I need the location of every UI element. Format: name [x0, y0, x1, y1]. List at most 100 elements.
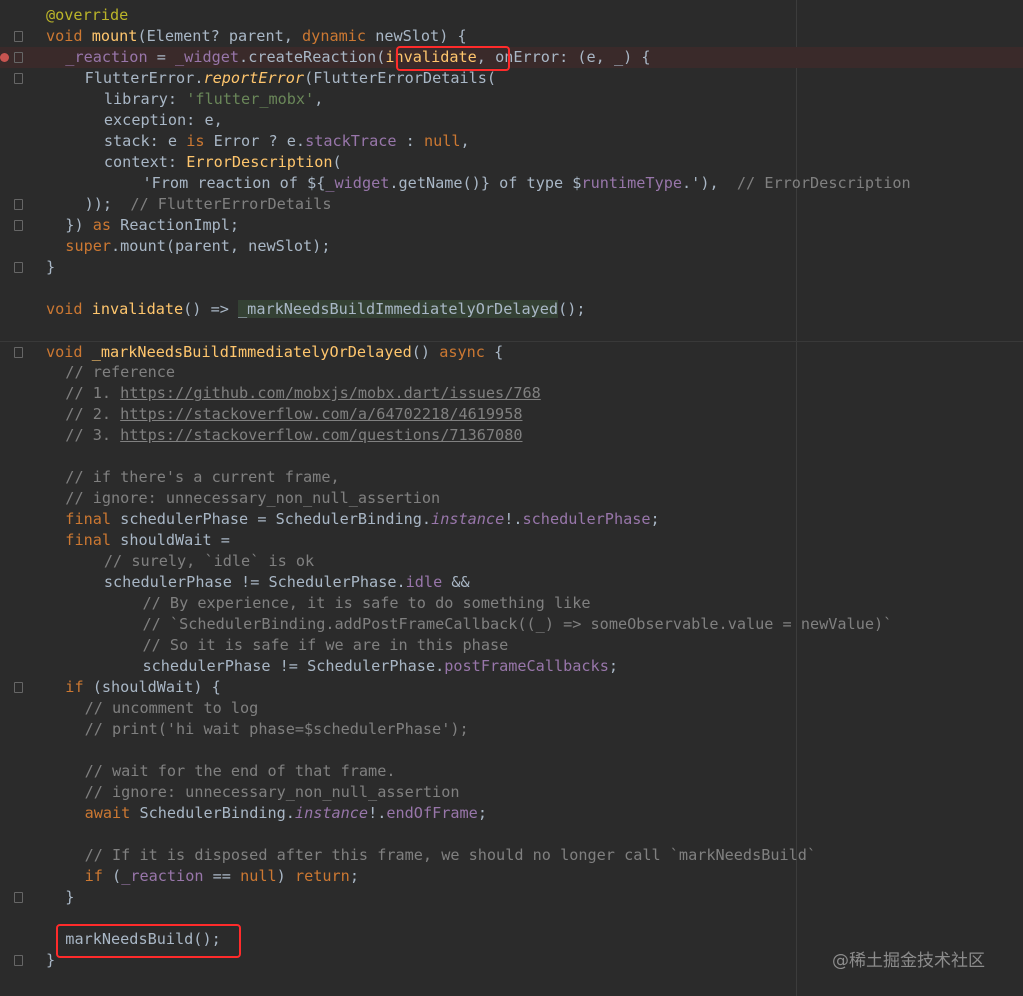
- code-token: idle: [405, 573, 443, 591]
- code-line[interactable]: // surely, `idle` is ok: [0, 551, 1023, 572]
- code-token: newSlot) {: [375, 27, 467, 45]
- code-token: .': [682, 174, 701, 192]
- code-line[interactable]: void _markNeedsBuildImmediatelyOrDelayed…: [0, 341, 1023, 363]
- fold-icon[interactable]: [14, 682, 23, 693]
- code-token: // 2.: [65, 405, 121, 423]
- code-line[interactable]: exception: e,: [0, 110, 1023, 131]
- fold-icon[interactable]: [14, 347, 23, 358]
- code-line[interactable]: final shouldWait =: [0, 530, 1023, 551]
- code-token: dynamic: [302, 27, 376, 45]
- code-line[interactable]: if (_reaction == null) return;: [0, 866, 1023, 887]
- code-line[interactable]: // If it is disposed after this frame, w…: [0, 845, 1023, 866]
- code-line[interactable]: // 2. https://stackoverflow.com/a/647022…: [0, 404, 1023, 425]
- code-token: // reference: [65, 363, 176, 381]
- code-text: void mount(Element? parent, dynamic newS…: [46, 26, 467, 47]
- code-line[interactable]: // print('hi wait phase=$schedulerPhase'…: [0, 719, 1023, 740]
- code-line[interactable]: schedulerPhase != SchedulerPhase.postFra…: [0, 656, 1023, 677]
- code-line[interactable]: }: [0, 887, 1023, 908]
- code-editor[interactable]: @override void mount(Element? parent, dyn…: [0, 0, 1023, 996]
- code-token: !.: [368, 804, 387, 822]
- fold-icon[interactable]: [14, 73, 23, 84]
- code-line[interactable]: }) as ReactionImpl;: [0, 215, 1023, 236]
- code-token: async: [439, 343, 495, 361]
- fold-icon[interactable]: [14, 52, 23, 63]
- code-text: super.mount(parent, newSlot);: [65, 236, 330, 257]
- code-text: schedulerPhase != SchedulerPhase.idle &&: [104, 572, 470, 593]
- code-line[interactable]: [0, 740, 1023, 761]
- code-line[interactable]: _reaction = _widget.createReaction(inval…: [0, 47, 1023, 68]
- code-token: (shouldWait) {: [92, 678, 221, 696]
- code-line[interactable]: FlutterError.reportError(FlutterErrorDet…: [0, 68, 1023, 89]
- code-token: // uncomment to log: [84, 699, 259, 717]
- code-token: !.: [504, 510, 523, 528]
- code-token: exception: e,: [103, 111, 223, 129]
- code-token: ==: [203, 867, 241, 885]
- code-line[interactable]: 'From reaction of ${_widget.getName()} o…: [0, 173, 1023, 194]
- code-text: // `SchedulerBinding.addPostFrameCallbac…: [143, 614, 893, 635]
- code-token: https://stackoverflow.com/a/64702218/461…: [120, 405, 523, 423]
- code-text: await SchedulerBinding.instance!.endOfFr…: [85, 803, 487, 824]
- code-line[interactable]: [0, 824, 1023, 845]
- code-line[interactable]: // ignore: unnecessary_non_null_assertio…: [0, 488, 1023, 509]
- code-token: https://github.com/mobxjs/mobx.dart/issu…: [120, 384, 541, 402]
- code-line[interactable]: super.mount(parent, newSlot);: [0, 236, 1023, 257]
- code-text: }: [46, 950, 55, 971]
- code-line[interactable]: // By experience, it is safe to do somet…: [0, 593, 1023, 614]
- code-token: ): [276, 867, 295, 885]
- code-token: &&: [442, 573, 470, 591]
- code-text: // if there's a current frame,: [65, 467, 339, 488]
- code-token: =: [147, 48, 176, 66]
- code-line[interactable]: [0, 446, 1023, 467]
- code-token: endOfFrame: [386, 804, 478, 822]
- code-text: final shouldWait =: [65, 530, 230, 551]
- code-text: if (shouldWait) {: [65, 677, 220, 698]
- code-line[interactable]: final schedulerPhase = SchedulerBinding.…: [0, 509, 1023, 530]
- code-token: null: [240, 867, 277, 885]
- code-line[interactable]: )); // FlutterErrorDetails: [0, 194, 1023, 215]
- code-line[interactable]: [0, 278, 1023, 299]
- code-token: _reaction: [121, 867, 204, 885]
- code-line[interactable]: // 3. https://stackoverflow.com/question…: [0, 425, 1023, 446]
- code-line[interactable]: }: [0, 257, 1023, 278]
- code-token: as: [92, 216, 121, 234]
- fold-icon[interactable]: [14, 955, 23, 966]
- code-line[interactable]: [0, 320, 1023, 341]
- code-line[interactable]: // `SchedulerBinding.addPostFrameCallbac…: [0, 614, 1023, 635]
- code-line[interactable]: if (shouldWait) {: [0, 677, 1023, 698]
- code-line[interactable]: // uncomment to log: [0, 698, 1023, 719]
- code-line[interactable]: // 1. https://github.com/mobxjs/mobx.dar…: [0, 383, 1023, 404]
- code-line[interactable]: // ignore: unnecessary_non_null_assertio…: [0, 782, 1023, 803]
- code-line[interactable]: stack: e is Error ? e.stackTrace : null,: [0, 131, 1023, 152]
- code-token: SchedulerBinding.: [139, 804, 295, 822]
- code-token: mount: [91, 27, 138, 45]
- code-line[interactable]: @override: [0, 5, 1023, 26]
- code-line[interactable]: schedulerPhase != SchedulerPhase.idle &&: [0, 572, 1023, 593]
- code-line[interactable]: context: ErrorDescription(: [0, 152, 1023, 173]
- fold-icon[interactable]: [14, 262, 23, 273]
- fold-icon[interactable]: [14, 31, 23, 42]
- code-token: _widget: [325, 174, 390, 192]
- code-line[interactable]: void mount(Element? parent, dynamic newS…: [0, 26, 1023, 47]
- code-line[interactable]: // if there's a current frame,: [0, 467, 1023, 488]
- fold-icon[interactable]: [14, 220, 23, 231]
- code-line[interactable]: // So it is safe if we are in this phase: [0, 635, 1023, 656]
- code-text: library: 'flutter_mobx',: [104, 89, 323, 110]
- fold-icon[interactable]: [14, 892, 23, 903]
- code-line[interactable]: // wait for the end of that frame.: [0, 761, 1023, 782]
- code-token: return: [294, 867, 350, 885]
- code-line[interactable]: await SchedulerBinding.instance!.endOfFr…: [0, 803, 1023, 824]
- breakpoint-icon[interactable]: [0, 53, 9, 62]
- code-text: 'From reaction of ${_widget.getName()} o…: [143, 173, 911, 194]
- code-text: // ignore: unnecessary_non_null_assertio…: [85, 782, 460, 803]
- code-token: // By experience, it is safe to do somet…: [142, 594, 591, 612]
- code-line[interactable]: // reference: [0, 362, 1023, 383]
- code-token: // 1.: [65, 384, 121, 402]
- watermark: @稀土掘金技术社区: [832, 951, 985, 971]
- code-line[interactable]: void invalidate() => _markNeedsBuildImme…: [0, 299, 1023, 320]
- fold-icon[interactable]: [14, 199, 23, 210]
- code-text: )); // FlutterErrorDetails: [85, 194, 332, 215]
- code-token: // if there's a current frame,: [65, 468, 340, 486]
- code-text: _reaction = _widget.createReaction(inval…: [65, 47, 650, 68]
- code-line[interactable]: library: 'flutter_mobx',: [0, 89, 1023, 110]
- code-token: _markNeedsBuildImmediatelyOrDelayed: [238, 300, 559, 318]
